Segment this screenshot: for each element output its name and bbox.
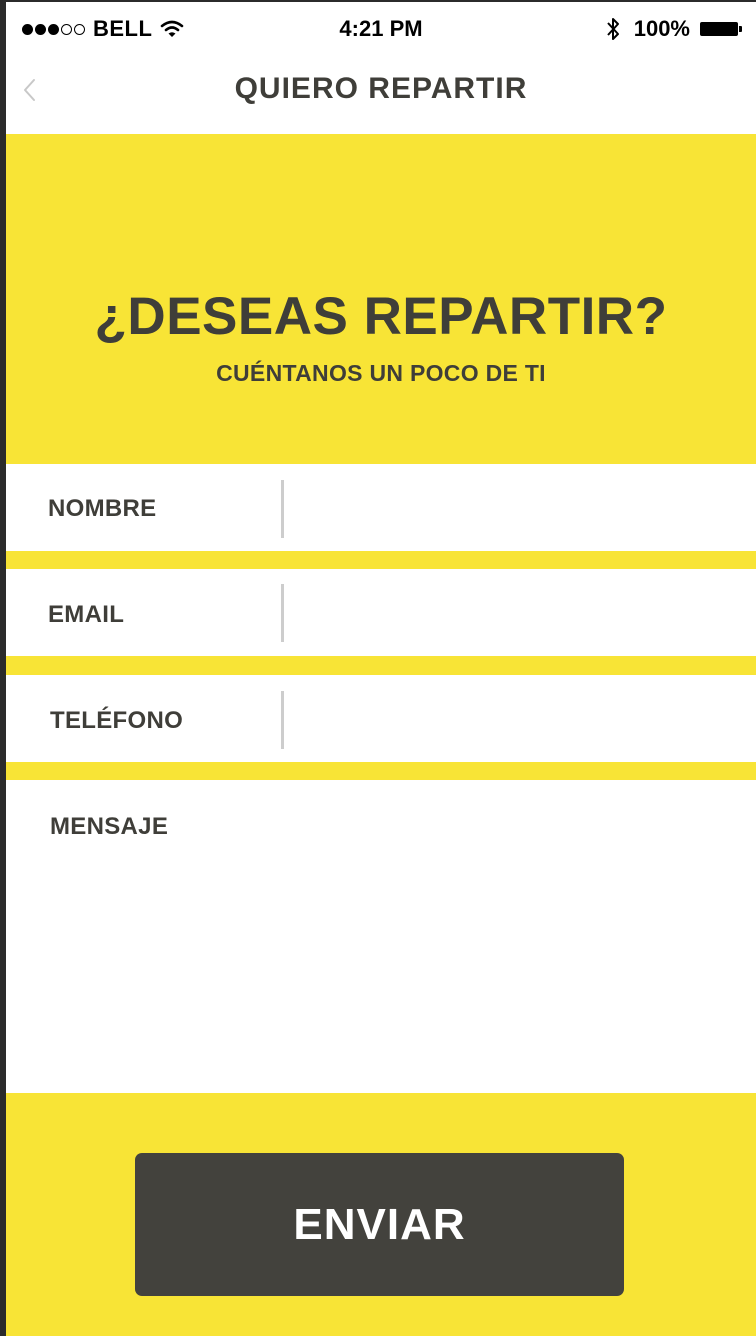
navigation-bar: QUIERO REPARTIR	[6, 56, 756, 134]
nombre-label: NOMBRE	[48, 495, 157, 522]
hero-title: ¿DESEAS REPARTIR?	[94, 287, 668, 346]
nombre-row: NOMBRE	[6, 464, 756, 553]
battery-percent: 100%	[633, 16, 690, 41]
battery-icon	[700, 22, 742, 36]
screen-top-edge	[0, 0, 756, 2]
field-divider	[281, 480, 284, 538]
send-button[interactable]: ENVIAR	[135, 1153, 624, 1296]
status-right: 100%	[606, 16, 742, 42]
nav-title: QUIERO REPARTIR	[234, 72, 528, 105]
status-bar: BELL 4:21 PM 100%	[6, 2, 756, 56]
telefono-row: TELÉFONO	[6, 675, 756, 764]
nombre-input[interactable]	[288, 464, 752, 553]
telefono-label: TELÉFONO	[50, 707, 184, 734]
footer-area: ENVIAR	[6, 1093, 756, 1336]
mensaje-row: MENSAJE	[6, 780, 756, 1093]
hero-subtitle: CUÉNTANOS UN POCO DE TI	[216, 360, 546, 386]
email-row: EMAIL	[6, 569, 756, 658]
field-divider	[281, 691, 284, 749]
hero-banner: ¿DESEAS REPARTIR? CUÉNTANOS UN POCO DE T…	[6, 134, 756, 464]
separator-band	[6, 656, 756, 675]
separator-band	[6, 551, 756, 569]
email-input[interactable]	[288, 569, 752, 658]
bluetooth-icon	[606, 18, 619, 40]
telefono-input[interactable]	[288, 675, 752, 764]
email-label: EMAIL	[48, 601, 125, 628]
field-divider	[281, 584, 284, 642]
mensaje-label: MENSAJE	[50, 813, 169, 840]
separator-band	[6, 762, 756, 780]
screen-left-edge	[0, 0, 6, 1336]
mensaje-textarea[interactable]	[48, 864, 742, 1078]
